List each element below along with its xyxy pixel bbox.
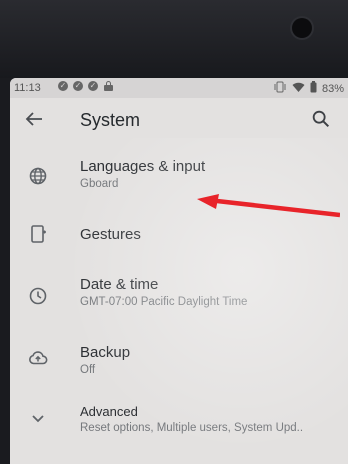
bag-icon — [103, 81, 114, 95]
settings-item-advanced[interactable]: Advanced Reset options, Multiple users, … — [10, 396, 348, 450]
item-title: Languages & input — [80, 158, 206, 175]
phone-bezel — [0, 0, 348, 78]
globe-icon — [29, 167, 47, 185]
settings-item-backup[interactable]: Backup Off — [10, 332, 348, 384]
clock-icon — [29, 287, 47, 305]
item-title: Backup — [80, 344, 131, 361]
item-subtitle: GMT-07:00 Pacific Daylight Time — [80, 296, 248, 308]
vibrate-icon — [273, 81, 287, 96]
check-circle-icon: ✓ — [73, 81, 83, 91]
status-time: 11:13 — [14, 82, 41, 94]
item-title: Date & time — [80, 276, 159, 293]
status-bar: 11:13 ✓ ✓ ✓ 83% — [10, 78, 348, 98]
item-subtitle: Off — [80, 364, 96, 376]
item-title: Gestures — [80, 226, 141, 243]
item-subtitle: Gboard — [80, 178, 119, 190]
search-icon[interactable] — [310, 108, 332, 130]
status-right: 83% — [273, 81, 344, 96]
check-circle-icon: ✓ — [58, 81, 68, 91]
item-title: Advanced — [80, 404, 138, 419]
annotation-arrow — [197, 194, 340, 218]
back-arrow-icon[interactable] — [22, 107, 46, 131]
android-screen: 11:13 ✓ ✓ ✓ 83% System Languages & input… — [10, 78, 348, 464]
page-title: System — [80, 110, 141, 130]
battery-icon — [310, 81, 317, 96]
battery-percent: 83% — [321, 82, 344, 95]
check-circle-icon: ✓ — [88, 81, 98, 91]
app-bar: System — [10, 98, 348, 144]
wifi-icon — [292, 82, 305, 96]
notification-icons: ✓ ✓ ✓ — [58, 81, 114, 95]
chevron-down-icon — [32, 415, 44, 423]
settings-item-date-time[interactable]: Date & time GMT-07:00 Pacific Daylight T… — [10, 270, 348, 324]
cloud-upload-icon — [29, 351, 48, 365]
front-camera — [292, 18, 312, 38]
item-subtitle: Reset options, Multiple users, System Up… — [80, 422, 304, 434]
phone-gesture-icon — [31, 225, 46, 243]
